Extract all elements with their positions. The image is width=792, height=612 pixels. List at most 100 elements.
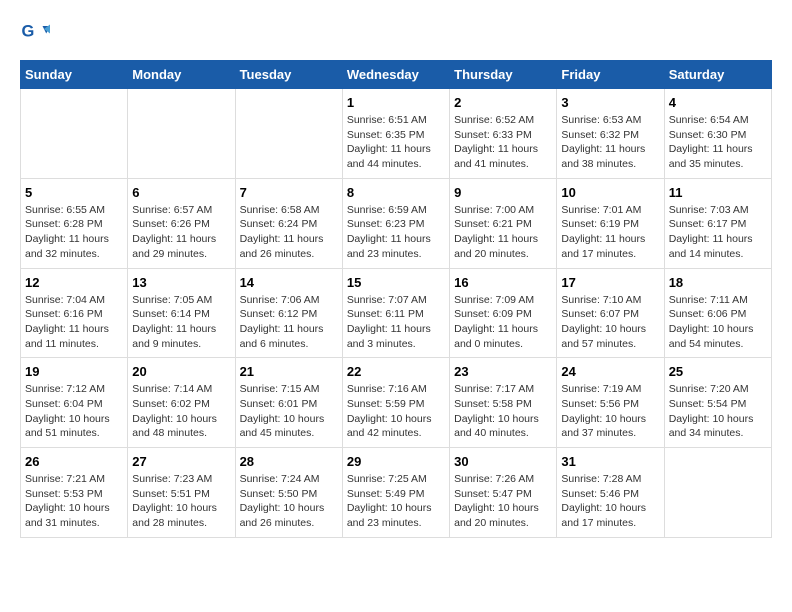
calendar-cell: 15Sunrise: 7:07 AM Sunset: 6:11 PM Dayli… — [342, 268, 449, 358]
day-content: Sunrise: 7:03 AM Sunset: 6:17 PM Dayligh… — [669, 203, 767, 262]
header-day: Friday — [557, 61, 664, 89]
day-content: Sunrise: 7:16 AM Sunset: 5:59 PM Dayligh… — [347, 382, 445, 441]
day-number: 10 — [561, 185, 659, 200]
day-number: 20 — [132, 364, 230, 379]
day-content: Sunrise: 6:53 AM Sunset: 6:32 PM Dayligh… — [561, 113, 659, 172]
header-day: Wednesday — [342, 61, 449, 89]
day-number: 17 — [561, 275, 659, 290]
header-day: Tuesday — [235, 61, 342, 89]
day-number: 27 — [132, 454, 230, 469]
day-number: 4 — [669, 95, 767, 110]
calendar-cell: 25 Sunrise: 7:20 AM Sunset: 5:54 PM Dayli… — [664, 358, 771, 448]
calendar-cell: 22 Sunrise: 7:16 AM Sunset: 5:59 PM Dayli… — [342, 358, 449, 448]
header-day: Thursday — [450, 61, 557, 89]
calendar-cell: 9 Sunrise: 7:00 AM Sunset: 6:21 PM Daylig… — [450, 178, 557, 268]
calendar-cell — [664, 448, 771, 538]
day-number: 29 — [347, 454, 445, 469]
day-number: 9 — [454, 185, 552, 200]
day-number: 19 — [25, 364, 123, 379]
day-content: Sunrise: 7:04 AM Sunset: 6:16 PM Dayligh… — [25, 293, 123, 352]
day-content: Sunrise: 6:59 AM Sunset: 6:23 PM Dayligh… — [347, 203, 445, 262]
day-content: Sunrise: 6:54 AM Sunset: 6:30 PM Dayligh… — [669, 113, 767, 172]
day-number: 31 — [561, 454, 659, 469]
calendar-cell: 19 Sunrise: 7:12 AM Sunset: 6:04 PM Dayli… — [21, 358, 128, 448]
calendar-cell: 30 Sunrise: 7:26 AM Sunset: 5:47 PM Dayli… — [450, 448, 557, 538]
day-content: Sunrise: 6:57 AM Sunset: 6:26 PM Dayligh… — [132, 203, 230, 262]
calendar-week: 26 Sunrise: 7:21 AM Sunset: 5:53 PM Dayli… — [21, 448, 772, 538]
calendar-cell: 12 Sunrise: 7:04 AM Sunset: 6:16 PM Dayli… — [21, 268, 128, 358]
calendar-cell: 23 Sunrise: 7:17 AM Sunset: 5:58 PM Dayli… — [450, 358, 557, 448]
calendar-header: SundayMondayTuesdayWednesdayThursdayFrid… — [21, 61, 772, 89]
day-content: Sunrise: 7:17 AM Sunset: 5:58 PM Dayligh… — [454, 382, 552, 441]
day-number: 21 — [240, 364, 338, 379]
day-number: 11 — [669, 185, 767, 200]
calendar-week: 1 Sunrise: 6:51 AM Sunset: 6:35 PM Daylig… — [21, 89, 772, 179]
calendar-cell: 14Sunrise: 7:06 AM Sunset: 6:12 PM Dayli… — [235, 268, 342, 358]
calendar-cell: 24 Sunrise: 7:19 AM Sunset: 5:56 PM Dayli… — [557, 358, 664, 448]
day-content: Sunrise: 6:58 AM Sunset: 6:24 PM Dayligh… — [240, 203, 338, 262]
logo-icon: G — [20, 20, 50, 50]
day-number: 7 — [240, 185, 338, 200]
calendar-cell — [128, 89, 235, 179]
day-content: Sunrise: 7:21 AM Sunset: 5:53 PM Dayligh… — [25, 472, 123, 531]
day-content: Sunrise: 7:11 AM Sunset: 6:06 PM Dayligh… — [669, 293, 767, 352]
day-number: 12 — [25, 275, 123, 290]
day-content: Sunrise: 7:10 AM Sunset: 6:07 PM Dayligh… — [561, 293, 659, 352]
calendar-cell: 26 Sunrise: 7:21 AM Sunset: 5:53 PM Dayli… — [21, 448, 128, 538]
calendar-week: 19 Sunrise: 7:12 AM Sunset: 6:04 PM Dayli… — [21, 358, 772, 448]
calendar-cell: 29 Sunrise: 7:25 AM Sunset: 5:49 PM Dayli… — [342, 448, 449, 538]
calendar-cell: 31Sunrise: 7:28 AM Sunset: 5:46 PM Dayli… — [557, 448, 664, 538]
calendar-cell: 17 Sunrise: 7:10 AM Sunset: 6:07 PM Dayli… — [557, 268, 664, 358]
day-content: Sunrise: 7:19 AM Sunset: 5:56 PM Dayligh… — [561, 382, 659, 441]
calendar-body: 1 Sunrise: 6:51 AM Sunset: 6:35 PM Daylig… — [21, 89, 772, 538]
day-number: 28 — [240, 454, 338, 469]
day-number: 5 — [25, 185, 123, 200]
day-content: Sunrise: 7:26 AM Sunset: 5:47 PM Dayligh… — [454, 472, 552, 531]
day-number: 23 — [454, 364, 552, 379]
day-content: Sunrise: 7:05 AM Sunset: 6:14 PM Dayligh… — [132, 293, 230, 352]
calendar-cell: 4 Sunrise: 6:54 AM Sunset: 6:30 PM Daylig… — [664, 89, 771, 179]
calendar-cell: 13Sunrise: 7:05 AM Sunset: 6:14 PM Dayli… — [128, 268, 235, 358]
calendar-cell: 5Sunrise: 6:55 AM Sunset: 6:28 PM Daylig… — [21, 178, 128, 268]
logo: G — [20, 20, 54, 50]
day-number: 22 — [347, 364, 445, 379]
calendar-cell: 21 Sunrise: 7:15 AM Sunset: 6:01 PM Dayli… — [235, 358, 342, 448]
day-number: 1 — [347, 95, 445, 110]
day-number: 8 — [347, 185, 445, 200]
day-number: 14 — [240, 275, 338, 290]
calendar-cell — [235, 89, 342, 179]
day-content: Sunrise: 7:01 AM Sunset: 6:19 PM Dayligh… — [561, 203, 659, 262]
day-number: 25 — [669, 364, 767, 379]
day-content: Sunrise: 7:25 AM Sunset: 5:49 PM Dayligh… — [347, 472, 445, 531]
calendar-cell: 18 Sunrise: 7:11 AM Sunset: 6:06 PM Dayli… — [664, 268, 771, 358]
header-day: Monday — [128, 61, 235, 89]
calendar-table: SundayMondayTuesdayWednesdayThursdayFrid… — [20, 60, 772, 538]
day-content: Sunrise: 7:00 AM Sunset: 6:21 PM Dayligh… — [454, 203, 552, 262]
header-row: SundayMondayTuesdayWednesdayThursdayFrid… — [21, 61, 772, 89]
day-number: 6 — [132, 185, 230, 200]
header-day: Sunday — [21, 61, 128, 89]
day-number: 18 — [669, 275, 767, 290]
svg-text:G: G — [22, 23, 35, 41]
calendar-cell — [21, 89, 128, 179]
calendar-cell: 28Sunrise: 7:24 AM Sunset: 5:50 PM Dayli… — [235, 448, 342, 538]
page-header: G — [20, 20, 772, 50]
day-number: 30 — [454, 454, 552, 469]
day-number: 3 — [561, 95, 659, 110]
day-content: Sunrise: 6:51 AM Sunset: 6:35 PM Dayligh… — [347, 113, 445, 172]
calendar-cell: 8 Sunrise: 6:59 AM Sunset: 6:23 PM Daylig… — [342, 178, 449, 268]
day-content: Sunrise: 7:20 AM Sunset: 5:54 PM Dayligh… — [669, 382, 767, 441]
calendar-week: 5Sunrise: 6:55 AM Sunset: 6:28 PM Daylig… — [21, 178, 772, 268]
day-number: 16 — [454, 275, 552, 290]
calendar-cell: 3 Sunrise: 6:53 AM Sunset: 6:32 PM Daylig… — [557, 89, 664, 179]
calendar-cell: 6 Sunrise: 6:57 AM Sunset: 6:26 PM Daylig… — [128, 178, 235, 268]
day-content: Sunrise: 7:12 AM Sunset: 6:04 PM Dayligh… — [25, 382, 123, 441]
day-number: 24 — [561, 364, 659, 379]
header-day: Saturday — [664, 61, 771, 89]
day-content: Sunrise: 7:14 AM Sunset: 6:02 PM Dayligh… — [132, 382, 230, 441]
calendar-cell: 11 Sunrise: 7:03 AM Sunset: 6:17 PM Dayli… — [664, 178, 771, 268]
day-content: Sunrise: 7:23 AM Sunset: 5:51 PM Dayligh… — [132, 472, 230, 531]
day-content: Sunrise: 7:15 AM Sunset: 6:01 PM Dayligh… — [240, 382, 338, 441]
calendar-cell: 16Sunrise: 7:09 AM Sunset: 6:09 PM Dayli… — [450, 268, 557, 358]
day-number: 26 — [25, 454, 123, 469]
